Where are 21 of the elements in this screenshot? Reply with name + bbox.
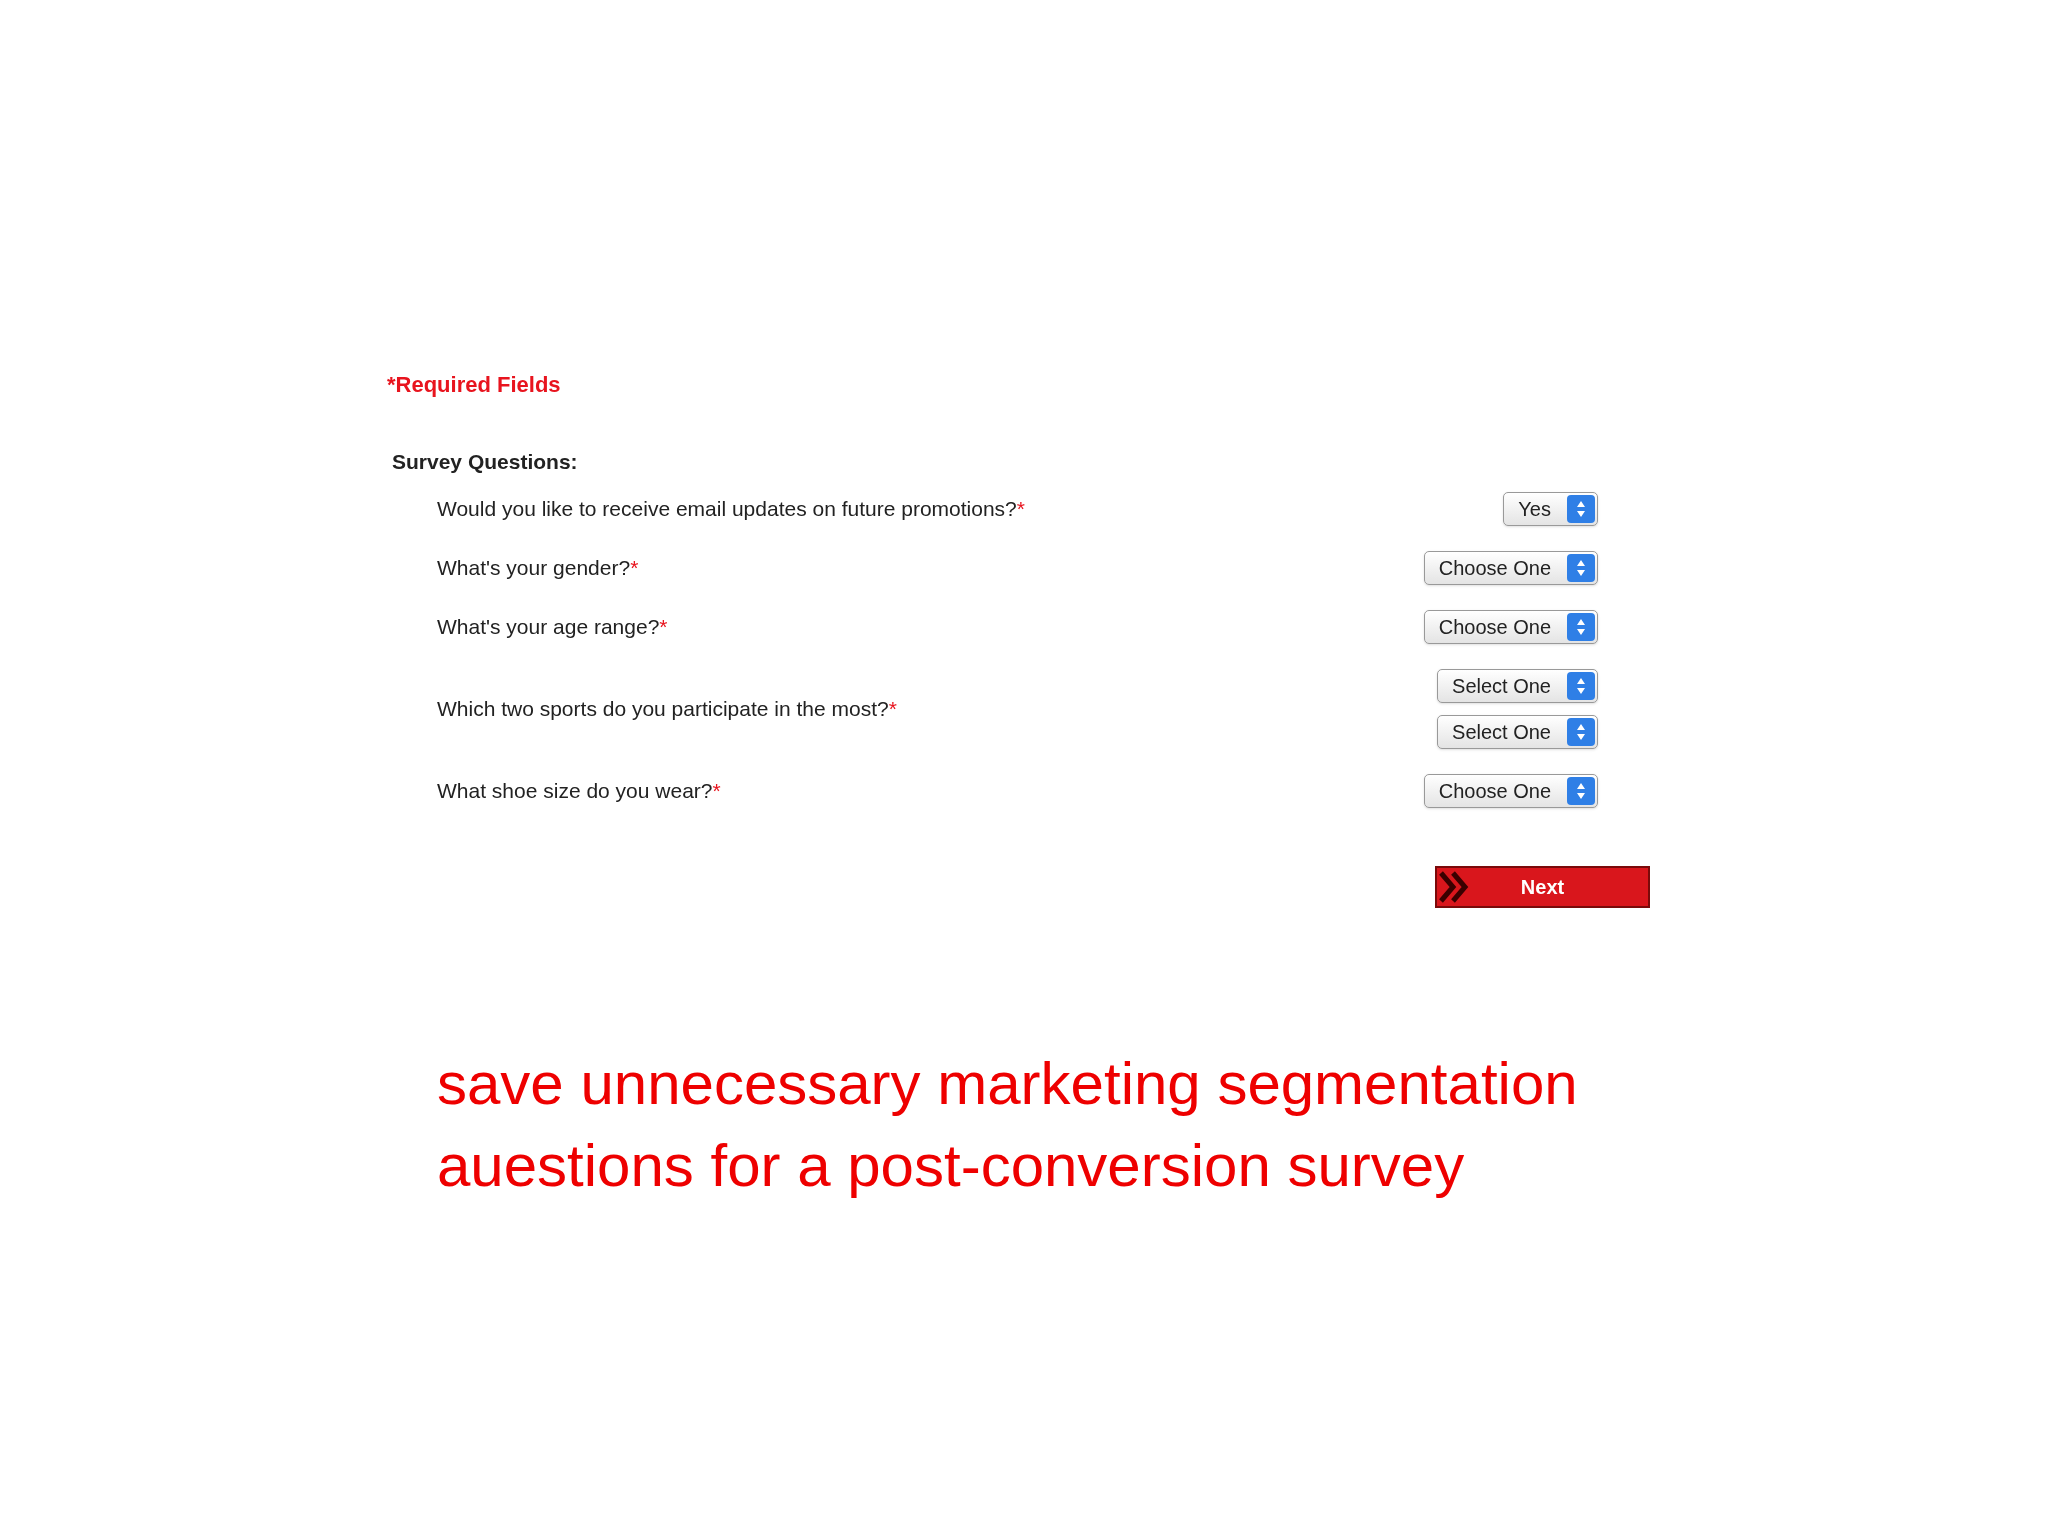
question-label: What shoe size do you wear?*	[437, 777, 721, 804]
question-label: What's your gender?*	[437, 554, 639, 581]
updown-arrows-icon	[1567, 717, 1595, 746]
question-label: Which two sports do you participate in the most?*	[437, 695, 897, 722]
updown-arrows-icon	[1567, 494, 1595, 523]
updown-arrows-icon	[1567, 671, 1595, 700]
next-button[interactable]: Next	[1435, 865, 1650, 908]
updown-arrows-icon	[1567, 612, 1595, 641]
select-dropdown[interactable]: Choose One	[1423, 550, 1598, 585]
select-dropdown[interactable]: Select One	[1437, 668, 1598, 703]
select-dropdown[interactable]: Yes	[1503, 491, 1598, 526]
select-dropdown[interactable]: Choose One	[1423, 773, 1598, 808]
updown-arrows-icon	[1567, 776, 1595, 805]
updown-arrows-icon	[1567, 553, 1595, 582]
select-dropdown[interactable]: Select One	[1437, 714, 1598, 749]
select-dropdown[interactable]: Choose One	[1423, 609, 1598, 644]
caption-text: save unnecessary marketing segmentation auestions for a post-conversion survey	[437, 1048, 1579, 1201]
required-fields-note: *Required Fields	[387, 372, 561, 397]
question-label: What's your age range?*	[437, 613, 668, 640]
question-label: Would you like to receive email updates on future promotions?*	[437, 495, 1025, 522]
section-title: Survey Questions:	[392, 449, 579, 475]
